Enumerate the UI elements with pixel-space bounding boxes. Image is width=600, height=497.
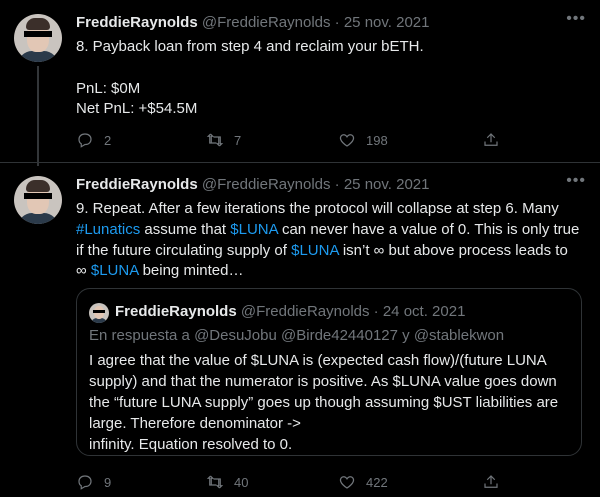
text-span: if the future circulating supply of	[76, 242, 292, 259]
quoted-text-line: the “future LUNA supply” goes up though …	[89, 394, 559, 411]
heart-icon	[339, 476, 355, 489]
retweet-count: 40	[234, 474, 249, 490]
cashtag-link[interactable]: $LUNA	[91, 262, 139, 279]
quoted-avatar	[89, 303, 109, 323]
quoted-date: 24 oct. 2021	[382, 303, 466, 320]
quoted-header: FreddieRaynolds @FreddieRaynolds · 24 oc…	[115, 301, 465, 323]
like-count: 422	[366, 474, 388, 490]
text-span: ∞	[76, 262, 91, 279]
tweet-actions: 9 40 422	[76, 473, 498, 493]
cashtag-link[interactable]: $LUNA	[291, 242, 339, 259]
reply-count: 9	[104, 474, 112, 490]
author-handle[interactable]: @FreddieRaynolds	[202, 176, 331, 193]
like-count: 198	[366, 132, 388, 148]
retweet-icon	[206, 475, 224, 489]
avatar-censor-bar	[24, 31, 52, 37]
avatar-shirt	[18, 51, 58, 62]
retweet-icon	[206, 133, 224, 147]
text-span: being minted…	[138, 262, 244, 279]
tweet-text-line: PnL: $0M	[76, 80, 141, 97]
tweet-2[interactable]: ••• FreddieRaynolds @FreddieRaynolds · 2…	[0, 162, 600, 497]
quoted-text: I agree that the value of $LUNA is (expe…	[89, 350, 558, 455]
tweet-text-line: if the future circulating supply of $LUN…	[76, 240, 568, 261]
quoted-tweet[interactable]: FreddieRaynolds @FreddieRaynolds · 24 oc…	[76, 288, 582, 456]
heart-icon	[339, 134, 355, 147]
quoted-author-handle: @FreddieRaynolds	[240, 303, 370, 320]
hashtag-link[interactable]: #Lunatics	[76, 221, 140, 238]
author-name[interactable]: FreddieRaynolds	[76, 14, 198, 31]
retweet-button[interactable]: 40	[206, 473, 248, 491]
separator: ·	[334, 176, 340, 193]
tweet-header: FreddieRaynolds @FreddieRaynolds · 25 no…	[76, 175, 429, 195]
share-button[interactable]	[482, 131, 500, 149]
avatar[interactable]	[14, 176, 62, 224]
thread-line	[37, 66, 39, 166]
tweet-text-line: #Lunatics assume that $LUNA can never ha…	[76, 219, 579, 240]
tweet-actions: 2 7 198	[76, 131, 498, 151]
avatar[interactable]	[14, 14, 62, 62]
tweet-text-line: 8. Payback loan from step 4 and reclaim …	[76, 38, 424, 55]
tweet-text-line: 9. Repeat. After a few iterations the pr…	[76, 200, 559, 217]
tweet-text-line: Net PnL: +$54.5M	[76, 100, 198, 117]
share-button[interactable]	[482, 473, 500, 491]
retweet-count: 7	[234, 132, 242, 148]
avatar-hair	[26, 180, 50, 192]
tweet-text-line: ∞ $LUNA being minted…	[76, 260, 243, 281]
avatar-shirt	[18, 213, 58, 224]
quoted-author-name: FreddieRaynolds	[115, 303, 237, 320]
quoted-text-line: I agree that the value of $LUNA is (expe…	[89, 352, 547, 369]
reply-button[interactable]: 9	[76, 473, 111, 491]
reply-button[interactable]: 2	[76, 131, 111, 149]
separator: ·	[334, 14, 340, 31]
separator: ·	[373, 303, 379, 320]
quoted-text-line: infinity. Equation resolved to 0.	[89, 436, 293, 453]
quoted-text-line: supply) and that the numerator is positi…	[89, 373, 557, 390]
text-span: assume that	[140, 221, 231, 238]
quoted-text-line: large. Therefore denominator ->	[89, 415, 301, 432]
author-name[interactable]: FreddieRaynolds	[76, 176, 198, 193]
retweet-button[interactable]: 7	[206, 131, 241, 149]
tweet-1[interactable]: ••• FreddieRaynolds @FreddieRaynolds · 2…	[0, 0, 600, 166]
share-icon	[484, 475, 498, 488]
reply-icon	[78, 133, 92, 148]
avatar-censor-bar	[93, 310, 105, 313]
text-span: isn’t ∞ but above process leads to	[338, 242, 568, 259]
tweet-content: FreddieRaynolds @FreddieRaynolds · 25 no…	[76, 0, 586, 162]
cashtag-link[interactable]: $LUNA	[230, 221, 278, 238]
text-span: can never have a value of 0. This is onl…	[277, 221, 580, 238]
like-button[interactable]: 422	[338, 473, 388, 491]
tweet-header: FreddieRaynolds @FreddieRaynolds · 25 no…	[76, 13, 429, 33]
share-icon	[484, 133, 498, 146]
avatar-hair	[26, 18, 50, 30]
reply-count: 2	[104, 132, 112, 148]
quoted-reply-to: En respuesta a @DesuJobu @Birde42440127 …	[89, 327, 505, 344]
reply-icon	[78, 475, 92, 490]
avatar-censor-bar	[24, 193, 52, 199]
like-button[interactable]: 198	[338, 131, 388, 149]
tweet-date[interactable]: 25 nov. 2021	[344, 14, 430, 31]
author-handle[interactable]: @FreddieRaynolds	[202, 14, 331, 31]
tweet-date[interactable]: 25 nov. 2021	[344, 176, 430, 193]
